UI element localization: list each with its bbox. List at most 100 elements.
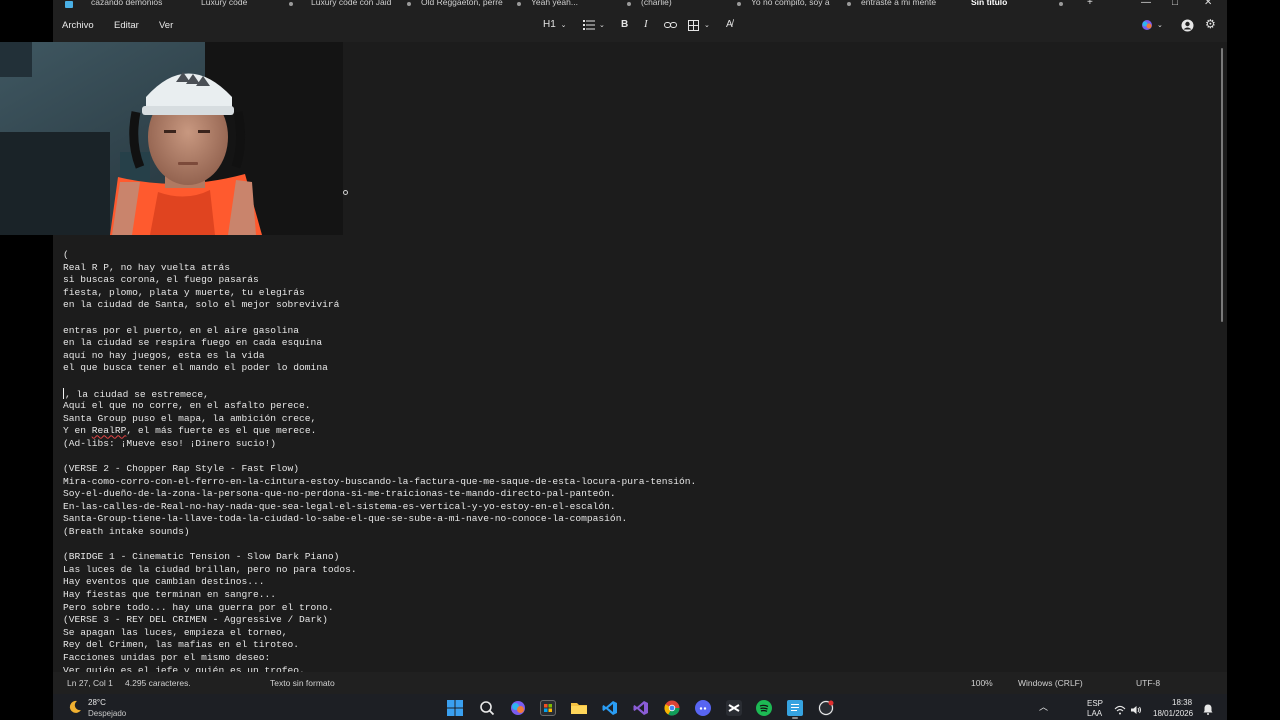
document-line[interactable]: Las luces de la ciudad brillan, pero no … [63,564,696,577]
tab-8[interactable]: entraste a mi mente [861,0,951,10]
menu-view[interactable]: Ver [159,20,173,31]
weather-temp[interactable]: 28°C [88,698,106,707]
document-line[interactable]: si buscas corona, el fuego pasarás [63,274,696,287]
language-top[interactable]: ESP [1087,699,1103,708]
document-line[interactable]: (Breath intake sounds) [63,526,696,539]
chrome-icon[interactable] [664,700,680,716]
webcam-resize-handle[interactable] [343,190,348,195]
chevron-down-icon[interactable]: ⌄ [704,21,710,29]
close-button[interactable]: ✕ [1204,0,1212,8]
clock-time[interactable]: 18:38 [1172,698,1192,707]
heading-label: H1 [543,19,556,30]
copilot-taskbar-icon[interactable] [510,700,526,716]
encoding[interactable]: UTF-8 [1136,678,1160,688]
document-line[interactable]: Hay fiestas que terminan en sangre... [63,589,696,602]
document-line[interactable]: (BRIDGE 1 - Cinematic Tension - Slow Dar… [63,551,696,564]
spelling-error[interactable]: RealRP [92,425,127,436]
document-line[interactable]: (VERSE 2 - Chopper Rap Style - Fast Flow… [63,463,696,476]
obs-icon[interactable] [818,700,834,716]
tab-6[interactable]: (charlie) [641,0,711,10]
bold-icon[interactable]: B [621,19,628,30]
document-line[interactable]: Santa-Group-tiene-la-llave-toda-la-ciuda… [63,513,696,526]
tab-active[interactable]: Sin título [971,0,1041,10]
store-icon[interactable] [540,700,556,716]
link-icon[interactable] [664,20,677,30]
list-icon[interactable] [583,20,595,30]
document-line[interactable]: el que busca tener el mando el poder lo … [63,362,696,375]
document-line[interactable]: Mira-como-corro-con-el-ferro-en-la-cintu… [63,476,696,489]
wifi-icon[interactable] [1114,702,1126,720]
discord-icon[interactable] [695,700,711,716]
italic-icon[interactable]: I [644,18,648,30]
document-line[interactable]: ( [63,249,696,262]
document-line[interactable]: (VERSE 3 - REY DEL CRIMEN - Aggressive /… [63,614,696,627]
chevron-down-icon[interactable]: ⌄ [599,21,605,29]
menu-bar: Archivo Editar Ver H1 ⌄ ⌄ B I ⌄ A̸ ⌄ ⚙ [53,10,1227,42]
start-icon[interactable] [447,700,463,716]
chevron-down-icon[interactable]: ⌄ [1157,21,1163,29]
document-line[interactable]: Hay eventos que cambian destinos... [63,576,696,589]
document-line[interactable]: Facciones unidas por el mismo deseo: [63,652,696,665]
weather-desc[interactable]: Despejado [88,709,126,718]
tab-5[interactable]: Yeah yeah... [531,0,601,10]
document-line[interactable]: , la ciudad se estremece, [63,387,696,401]
zoom-level[interactable]: 100% [971,678,993,688]
table-icon[interactable] [688,20,699,31]
weather-icon[interactable] [67,699,83,720]
document-line[interactable]: (Ad-libs: ¡Mueve eso! ¡Dinero sucio!) [63,438,696,451]
copilot-icon[interactable] [1141,19,1153,31]
document-line[interactable]: fiesta, plomo, plata y muerte, tu elegir… [63,287,696,300]
document-line[interactable]: aquí no hay juegos, esta es la vida [63,350,696,363]
maximize-button[interactable]: □ [1172,0,1178,8]
tab-4[interactable]: Old Reggaeton, perre [421,0,503,10]
document-line[interactable] [63,539,696,552]
capcut-icon[interactable] [726,700,742,716]
clock-date[interactable]: 18/01/2026 [1153,709,1193,718]
heading-dropdown[interactable]: H1 ⌄ [543,19,566,30]
document-line[interactable]: Ver quién es el jefe y quién es un trofe… [63,665,696,672]
document-line[interactable]: Rey del Crimen, las mafias en el tiroteo… [63,639,696,652]
document-line[interactable] [63,312,696,325]
account-icon[interactable] [1181,19,1194,32]
settings-icon[interactable]: ⚙ [1205,17,1216,31]
file-explorer-icon[interactable] [571,700,587,716]
document-line[interactable]: entras por el puerto, en el aire gasolin… [63,325,696,338]
notification-icon[interactable] [1203,702,1213,720]
menu-file[interactable]: Archivo [62,20,94,31]
tab-1[interactable]: cazando demonios [91,0,201,10]
line-ending[interactable]: Windows (CRLF) [1018,678,1083,688]
document-line[interactable] [63,375,696,388]
tab-7[interactable]: Yo no compito, soy a [751,0,833,10]
clear-format-icon[interactable]: A̸ [726,19,733,30]
document-line[interactable] [63,451,696,464]
document-line[interactable]: Pero sobre todo... hay una guerra por el… [63,602,696,615]
spotify-icon[interactable] [756,700,772,716]
new-tab-button[interactable]: + [1087,0,1093,8]
tab-3[interactable]: Luxury code con Jaid [311,0,409,10]
notepad-taskbar-icon[interactable] [787,700,803,716]
document-line[interactable]: Se apagan las luces, empieza el torneo, [63,627,696,640]
search-icon[interactable] [479,700,495,716]
vscode-icon[interactable] [602,700,618,716]
menu-edit[interactable]: Editar [114,20,139,31]
chevron-up-icon[interactable]: ︿ [1039,700,1048,713]
vertical-scrollbar[interactable] [1221,48,1223,322]
document-body[interactable]: (Real R P, no hay vuelta atrás si buscas … [63,249,696,672]
volume-icon[interactable] [1130,702,1142,720]
format-indicator[interactable]: Texto sin formato [270,678,335,688]
document-line[interactable]: en la ciudad de Santa, solo el mejor sob… [63,299,696,312]
document-line[interactable]: en la ciudad se respira fuego en cada es… [63,337,696,350]
document-line[interactable]: Y en RealRP, el más fuerte es el que mer… [63,425,696,438]
minimize-button[interactable]: — [1141,0,1151,8]
webcam-overlay [0,42,343,235]
tab-strip: cazando demonios Luxury code Luxury code… [53,0,1227,10]
document-line[interactable]: Soy-el-dueño-de-la-zona-la-persona-que-n… [63,488,696,501]
tab-2[interactable]: Luxury code [201,0,291,10]
document-line[interactable]: Santa Group puso el mapa, la ambición cr… [63,413,696,426]
language-bottom[interactable]: LAA [1087,709,1102,718]
document-line[interactable]: En-las-calles-de-Real-no-hay-nada-que-se… [63,501,696,514]
tab-unsaved-dot [1059,2,1063,6]
visual-studio-icon[interactable] [633,700,649,716]
document-line[interactable]: Aquí el que no corre, en el asfalto pere… [63,400,696,413]
document-line[interactable]: Real R P, no hay vuelta atrás [63,262,696,275]
